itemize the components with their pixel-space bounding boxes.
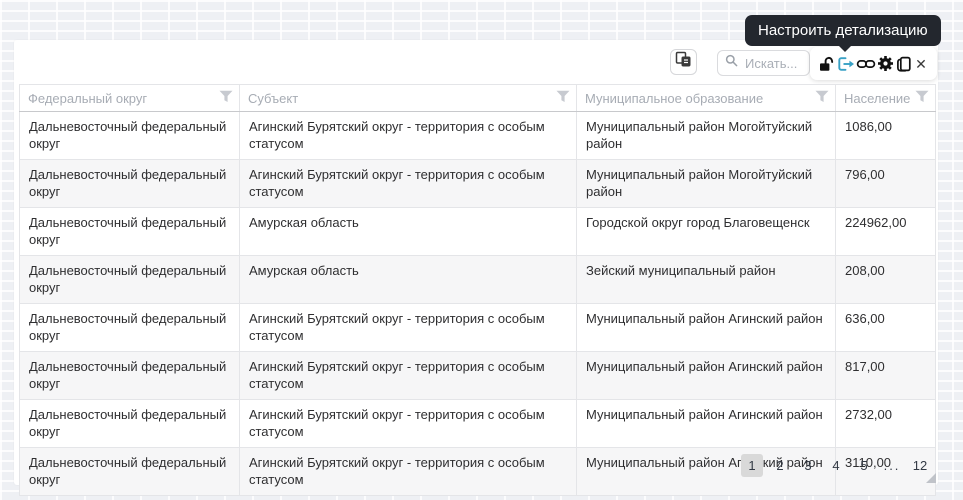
table-row: Дальневосточный федеральный округ Агинск… [20, 112, 936, 160]
filter-icon[interactable] [219, 90, 233, 106]
table-cell: Агинский Бурятский округ - территория с … [240, 448, 577, 496]
table-widget-panel: ✕ Федеральный округ Субъект [14, 40, 938, 485]
link-icon[interactable] [856, 54, 876, 74]
data-table: Федеральный округ Субъект Муниципальное … [19, 84, 936, 496]
column-header-population[interactable]: Население [836, 85, 936, 112]
table-cell: Дальневосточный федеральный округ [20, 160, 240, 208]
table-cell: 2732,00 [836, 400, 936, 448]
close-icon[interactable]: ✕ [913, 54, 929, 74]
panels-icon [675, 51, 692, 73]
page-button[interactable]: 3 [797, 454, 819, 477]
column-header-label: Муниципальное образование [585, 91, 763, 106]
copy-icon[interactable] [895, 54, 913, 74]
table-row: Дальневосточный федеральный округ Агинск… [20, 400, 936, 448]
table-cell: Зейский муниципальный район [577, 256, 836, 304]
table-cell: Дальневосточный федеральный округ [20, 112, 240, 160]
widget-view-toggle-button[interactable] [670, 49, 697, 75]
table-cell: Агинский Бурятский округ - территория с … [240, 304, 577, 352]
table-cell: 224962,00 [836, 208, 936, 256]
table-cell: Муниципальный район Агинский район [577, 304, 836, 352]
table-cell: Дальневосточный федеральный округ [20, 208, 240, 256]
table-cell: 1086,00 [836, 112, 936, 160]
filter-icon[interactable] [815, 90, 829, 106]
table-row: Дальневосточный федеральный округ Агинск… [20, 160, 936, 208]
column-header-municipality[interactable]: Муниципальное образование [577, 85, 836, 112]
search-icon [724, 53, 739, 73]
table-cell: 817,00 [836, 352, 936, 400]
widget-resize-handle[interactable] [926, 473, 936, 483]
table-cell: 796,00 [836, 160, 936, 208]
filter-icon[interactable] [915, 90, 929, 106]
table-header-row: Федеральный округ Субъект Муниципальное … [20, 85, 936, 112]
page-ellipsis: ... [881, 454, 903, 477]
table-cell: Агинский Бурятский округ - территория с … [240, 352, 577, 400]
page-button-current[interactable]: 1 [741, 454, 763, 477]
table-cell: Муниципальный район Агинский район [577, 352, 836, 400]
widget-actions-toolbar: ✕ [810, 47, 937, 80]
table-row: Дальневосточный федеральный округ Амурск… [20, 256, 936, 304]
table-cell: Амурская область [240, 256, 577, 304]
column-header-label: Субъект [248, 91, 298, 106]
table-cell: Дальневосточный федеральный округ [20, 352, 240, 400]
unlock-icon[interactable] [818, 54, 836, 74]
table-row: Дальневосточный федеральный округ Амурск… [20, 208, 936, 256]
search-field[interactable] [717, 50, 810, 76]
page-button[interactable]: 4 [825, 454, 847, 477]
table-cell: Муниципальный район Могойтуйский район [577, 160, 836, 208]
table-cell: Амурская область [240, 208, 577, 256]
tooltip-arrow [838, 45, 852, 52]
column-header-label: Федеральный округ [28, 91, 147, 106]
column-header-label: Население [844, 91, 910, 106]
tooltip-text: Настроить детализацию [758, 22, 928, 39]
table-row: Дальневосточный федеральный округ Агинск… [20, 352, 936, 400]
search-input[interactable] [743, 55, 807, 72]
table-cell: Городской округ город Благовещенск [577, 208, 836, 256]
column-header-federal-district[interactable]: Федеральный округ [20, 85, 240, 112]
table-cell: 636,00 [836, 304, 936, 352]
table-cell: Дальневосточный федеральный округ [20, 256, 240, 304]
column-header-subject[interactable]: Субъект [240, 85, 577, 112]
table-cell: Агинский Бурятский округ - территория с … [240, 160, 577, 208]
table-cell: Дальневосточный федеральный округ [20, 448, 240, 496]
table-cell: Агинский Бурятский округ - территория с … [240, 112, 577, 160]
filter-icon[interactable] [556, 90, 570, 106]
gear-icon[interactable] [876, 54, 895, 74]
table-cell: Агинский Бурятский округ - территория с … [240, 400, 577, 448]
table-cell: Муниципальный район Могойтуйский район [577, 112, 836, 160]
page-button[interactable]: 2 [769, 454, 791, 477]
table-cell: Дальневосточный федеральный округ [20, 400, 240, 448]
table-cell: Дальневосточный федеральный округ [20, 304, 240, 352]
table-cell: Муниципальный район Агинский район [577, 400, 836, 448]
table-row: Дальневосточный федеральный округ Агинск… [20, 304, 936, 352]
table-cell: 208,00 [836, 256, 936, 304]
export-icon[interactable] [836, 54, 856, 74]
tooltip: Настроить детализацию [745, 15, 941, 46]
page-button[interactable]: 5 [853, 454, 875, 477]
pagination: 1 2 3 4 5 ... 12 [741, 454, 931, 477]
